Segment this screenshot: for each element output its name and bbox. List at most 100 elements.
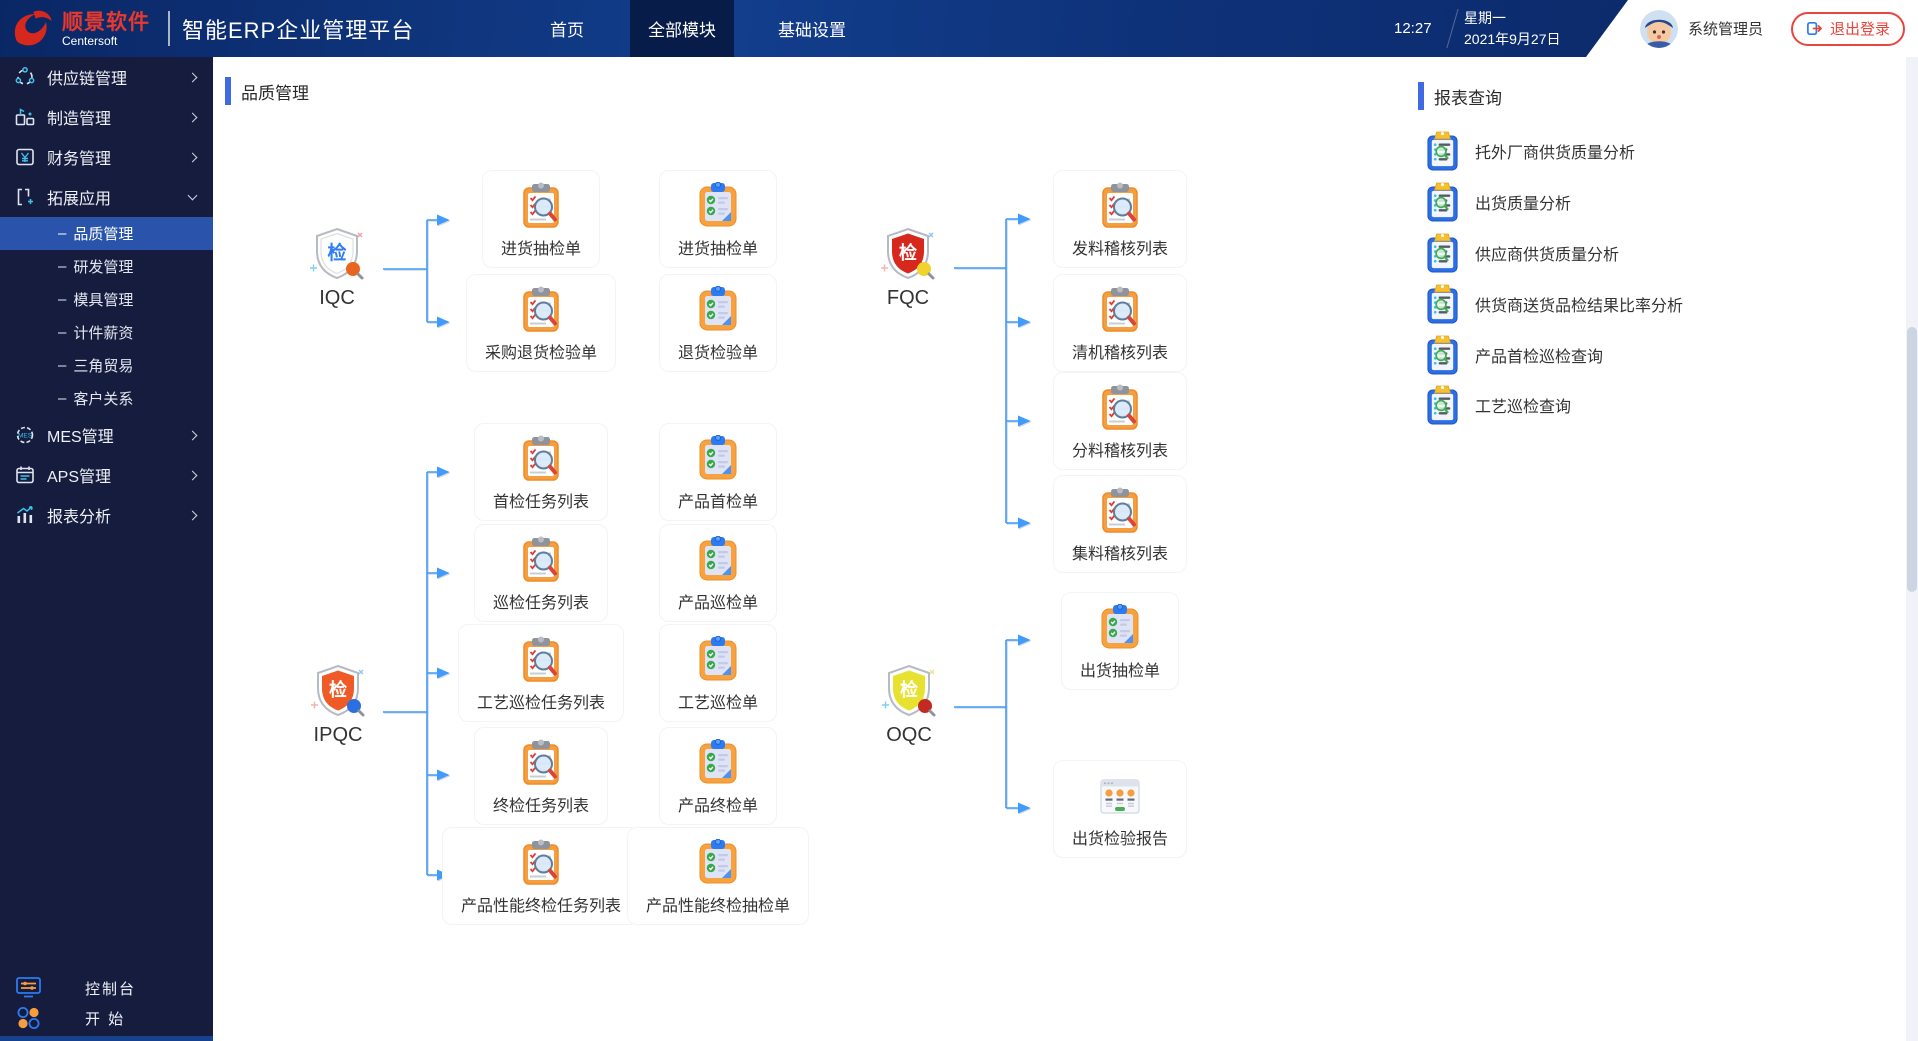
flow-item-ipqc-task-0[interactable]: 首检任务列表 — [473, 423, 609, 521]
fqc-shield-icon: 检 — [881, 227, 935, 280]
subitem-bullet: – — [58, 357, 67, 374]
username: 系统管理员 — [1688, 21, 1764, 38]
logo-text: 顺景软件 Centersoft — [62, 11, 150, 48]
clipboard-checklist-icon — [694, 182, 742, 230]
flow-item-iqc-task-1[interactable]: 采购退货检验单 — [465, 274, 617, 372]
sidebar-item-mes[interactable]: MES MES管理 — [0, 415, 213, 455]
date-block: 星期一 2021年9月27日 — [1464, 8, 1561, 50]
avatar[interactable] — [1640, 9, 1678, 48]
sidebar-item-manufacturing[interactable]: 制造管理 — [0, 97, 213, 137]
console-button[interactable]: 控制台 — [0, 973, 213, 1003]
flow-item-ipqc-doc-0[interactable]: 产品首检单 — [658, 423, 778, 521]
sidebar-item-finance[interactable]: 财务管理 — [0, 137, 213, 177]
logo: 顺景软件 Centersoft — [8, 6, 150, 52]
sidebar-subitem-quality[interactable]: – 品质管理 — [0, 217, 213, 250]
sidebar-item-report-analysis[interactable]: 报表分析 — [0, 495, 213, 535]
clipboard-checklist-icon — [694, 839, 742, 887]
page-title-text: 品质管理 — [241, 83, 309, 103]
clipboard-inspect-icon — [1096, 286, 1144, 334]
flow-item-iqc-doc-0[interactable]: 进货抽检单 — [658, 170, 778, 268]
date: 2021年9月27日 — [1464, 31, 1561, 47]
scrollbar-thumb[interactable] — [1907, 327, 1917, 592]
flow-item-ipqc-doc-1[interactable]: 产品巡检单 — [658, 524, 778, 622]
oqc-shield-icon: 检 — [882, 664, 936, 717]
report-item-1[interactable]: 出货质量分析 — [1425, 180, 1571, 224]
flow-item-ipqc-doc-2[interactable]: 工艺巡检单 — [658, 624, 778, 722]
flow-item-oqc-0[interactable]: 出货抽检单 — [1060, 592, 1180, 690]
main-content: 品质管理 检 IQC 检 FQC 检 IPQC 检 OQC 进货抽检单 采购退货… — [213, 57, 1918, 1041]
flow-item-fqc-0[interactable]: 发料稽核列表 — [1052, 170, 1188, 268]
sidebar-subitem-rnd[interactable]: – 研发管理 — [0, 250, 213, 283]
app-title: 智能ERP企业管理平台 — [182, 17, 415, 43]
flow-node-label: FQC — [886, 287, 930, 309]
chevron-right-icon — [187, 470, 198, 480]
logo-divider — [168, 11, 170, 46]
report-item-5[interactable]: 工艺巡检查询 — [1425, 383, 1571, 427]
user-area: 系统管理员 退出登录 — [1586, 0, 1918, 57]
sidebar-item-supply-chain[interactable]: 供应链管理 — [0, 57, 213, 97]
logo-icon — [14, 10, 52, 46]
flow-node-iqc[interactable]: 检 IQC — [308, 224, 366, 310]
sidebar-item-aps[interactable]: APS管理 — [0, 455, 213, 495]
flow-node-label: OQC — [886, 724, 932, 746]
flow-node-oqc[interactable]: 检 OQC — [880, 661, 938, 747]
flow-node-ipqc[interactable]: 检 IPQC — [309, 661, 367, 747]
page-title: 品质管理 — [225, 77, 309, 105]
clipboard-inspect-icon — [517, 435, 565, 483]
logout-button[interactable]: 退出登录 — [1790, 11, 1905, 46]
start-label: 开 始 — [85, 1010, 126, 1028]
report-panel-title-text: 报表查询 — [1434, 88, 1502, 108]
sidebar-subitem-label: 计件薪资 — [73, 325, 134, 342]
time-divider — [1446, 9, 1459, 48]
clipboard-inspect-icon — [1096, 182, 1144, 230]
report-analysis-icon — [17, 506, 33, 523]
flow-item-ipqc-doc-3[interactable]: 产品终检单 — [658, 727, 778, 825]
vertical-scrollbar[interactable] — [1906, 57, 1918, 1041]
sidebar-subitem-label: 三角贸易 — [73, 358, 134, 375]
report-query-icon — [1425, 182, 1460, 223]
flow-item-ipqc-task-3[interactable]: 终检任务列表 — [473, 727, 609, 825]
subitem-bullet: – — [58, 291, 67, 308]
sidebar-subitem-triangle-trade[interactable]: – 三角贸易 — [0, 349, 213, 382]
clipboard-checklist-icon — [694, 739, 742, 787]
flow-item-ipqc-doc-4[interactable]: 产品性能终检抽检单 — [626, 827, 810, 925]
iqc-shield-icon: 检 — [310, 227, 364, 280]
flow-item-ipqc-task-4[interactable]: 产品性能终检任务列表 — [441, 827, 641, 925]
flow-item-iqc-task-0[interactable]: 进货抽检单 — [481, 170, 601, 268]
sidebar-subitem-label: 客户关系 — [73, 391, 134, 408]
flow-item-ipqc-task-2[interactable]: 工艺巡检任务列表 — [457, 624, 625, 722]
sidebar-item-label: 制造管理 — [47, 111, 112, 128]
extended-apps-icon — [17, 188, 33, 206]
report-item-3[interactable]: 供货商送货品检结果比率分析 — [1425, 282, 1683, 326]
flow-item-fqc-2[interactable]: 分料稽核列表 — [1052, 372, 1188, 470]
title-accent-bar — [1418, 82, 1424, 110]
flow-item-ipqc-task-1[interactable]: 巡检任务列表 — [473, 524, 609, 622]
sidebar-item-label: 报表分析 — [47, 509, 112, 526]
report-item-4[interactable]: 产品首检巡检查询 — [1425, 333, 1603, 377]
flow-node-fqc[interactable]: 检 FQC — [879, 224, 937, 310]
flow-item-fqc-3[interactable]: 集料稽核列表 — [1052, 475, 1188, 573]
flow-node-label: IPQC — [313, 724, 363, 746]
chevron-down-icon — [187, 190, 198, 201]
sidebar-subitem-mold[interactable]: – 模具管理 — [0, 283, 213, 316]
start-button[interactable]: 开 始 — [0, 1003, 213, 1033]
sidebar-item-extended-apps[interactable]: 拓展应用 — [0, 177, 213, 217]
console-icon — [16, 977, 41, 998]
nav-tab-basic-settings[interactable]: 基础设置 — [760, 0, 864, 57]
clipboard-checklist-icon — [694, 536, 742, 584]
nav-tab-home[interactable]: 首页 — [515, 0, 619, 57]
report-query-icon — [1425, 131, 1460, 172]
report-item-0[interactable]: 托外厂商供货质量分析 — [1425, 129, 1635, 173]
report-item-2[interactable]: 供应商供货质量分析 — [1425, 231, 1619, 275]
flow-item-fqc-1[interactable]: 清机稽核列表 — [1052, 274, 1188, 372]
report-window-icon — [1096, 772, 1144, 820]
finance-icon — [16, 148, 34, 166]
sidebar: 供应链管理 制造管理 财务管理 拓展应用 – 品质管理 – 研发管理 – 模具管… — [0, 57, 213, 1041]
nav-tab-all-modules[interactable]: 全部模块 — [630, 0, 734, 57]
clipboard-inspect-icon — [517, 636, 565, 684]
sidebar-subitem-piece-wage[interactable]: – 计件薪资 — [0, 316, 213, 349]
sidebar-subitem-crm[interactable]: – 客户关系 — [0, 382, 213, 415]
flow-item-oqc-1[interactable]: 出货检验报告 — [1052, 760, 1188, 858]
chevron-right-icon — [187, 72, 198, 82]
flow-item-iqc-doc-1[interactable]: 退货检验单 — [658, 274, 778, 372]
